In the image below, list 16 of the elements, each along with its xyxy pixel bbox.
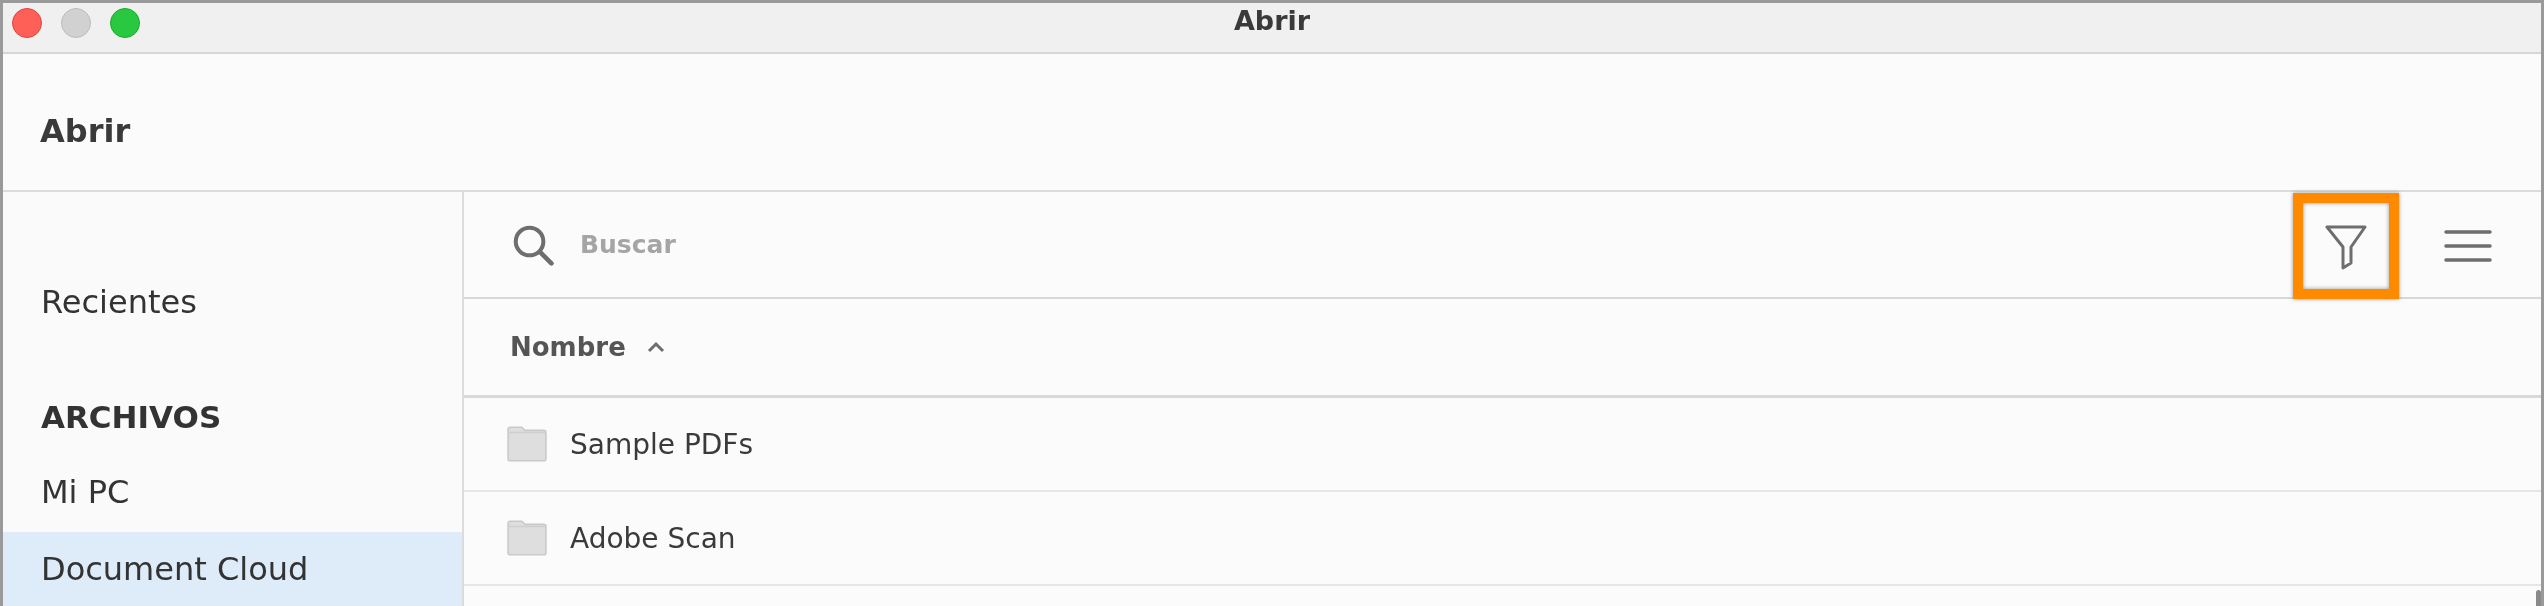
folder-icon: [506, 519, 548, 557]
menu-icon: [2443, 228, 2493, 263]
folder-icon: [506, 425, 548, 463]
sidebar-heading: ARCHIVOS: [40, 398, 223, 438]
column-header[interactable]: Nombre: [510, 332, 666, 362]
file-name[interactable]: Adobe Scan: [570, 521, 736, 555]
file-name[interactable]: Sample PDFs: [570, 427, 754, 461]
search-field[interactable]: Buscar: [578, 229, 982, 260]
dialog-title: Abrir: [40, 112, 131, 150]
window-title: Abrir: [1233, 5, 1311, 36]
sidebar-item[interactable]: Mi PC: [3, 462, 462, 523]
sidebar-item[interactable]: Document Cloud: [3, 532, 462, 606]
filter-button[interactable]: [2293, 192, 2399, 299]
sidebar-item[interactable]: Recientes: [3, 272, 462, 332]
zoom-window-button[interactable]: [110, 8, 140, 38]
close-window-button[interactable]: [12, 8, 42, 38]
